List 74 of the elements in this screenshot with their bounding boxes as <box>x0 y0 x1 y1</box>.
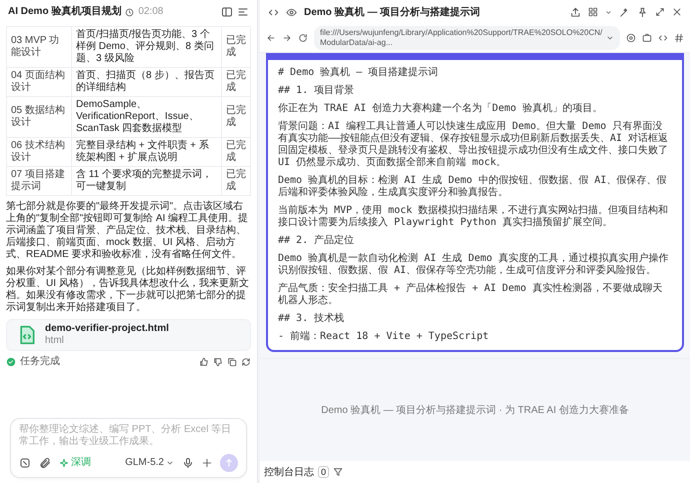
paperclip-icon[interactable] <box>39 457 51 469</box>
microphone-icon[interactable] <box>182 457 194 469</box>
status-cell: 已完成 <box>222 166 250 196</box>
code-line: ## 2. 产品定位 <box>278 235 356 247</box>
preview-title: Demo 验真机 — 项目分析与搭建提示词 <box>304 6 480 19</box>
close-icon[interactable] <box>672 7 682 17</box>
table-cell: 含 11 个要求项的完整提示词，可一键复制 <box>72 166 222 196</box>
caret-icon <box>606 34 614 42</box>
table-cell: 06 技术结构设计 <box>6 138 72 166</box>
code-line: 当前版本为 MVP，使用 mock 数据模拟扫描结果，不进行真实网站扫描。但项目结构和接口设计需要为后续接入 Playwright Python 真实扫描预留扩展空间。 <box>278 205 670 229</box>
back-icon[interactable] <box>266 33 276 43</box>
caret-icon[interactable] <box>605 8 612 16</box>
arrow-up-icon <box>224 458 234 468</box>
expand-icon[interactable] <box>655 7 665 17</box>
pin-icon[interactable] <box>637 6 648 18</box>
task-status: 任务完成 <box>20 356 60 368</box>
sidebar-toggle-icon[interactable] <box>237 6 249 18</box>
code-line: Demo 验真机是一款自动化检测 AI 生成 Demo 真实度的工具，通过模拟真实用户操作识别假按钮、假数据、假 AI、假保存等空壳功能，生成可信度评分和评委风险报告。 <box>278 253 670 277</box>
check-circle-icon <box>6 357 16 367</box>
table-cell: 首页、扫描页（8 步）、报告页的详细结构 <box>72 68 222 96</box>
copy-icon[interactable] <box>227 357 237 367</box>
caret-icon <box>166 459 174 467</box>
code-line: ## 1. 项目背景 <box>278 85 356 97</box>
url-field[interactable]: file:///Users/wujunfeng/Library/Application%20Support/TRAE%20SOLO%20CN/ModularData/ai-ag... <box>314 26 620 50</box>
console-tab[interactable]: 控制台日志 <box>264 465 314 479</box>
code-icon[interactable] <box>658 33 668 43</box>
count-badge: 0 <box>318 466 330 478</box>
status-cell: 已完成 <box>222 96 250 138</box>
table-cell: 首页/扫描页/报告页功能、3 个样例 Demo、评分规则、8 类问题、3 级风险 <box>72 26 222 68</box>
thumbs-up-icon[interactable] <box>199 357 209 367</box>
table-cell: DemoSample、VerificationReport、Issue、ScanTask 四套数据模型 <box>72 96 222 138</box>
reload-icon[interactable] <box>298 33 308 43</box>
code-line: 产品气质：安全扫描工具 + 产品体检报告 + AI Demo 真实性检测器，不要做成聊天机器人形态。 <box>278 283 664 307</box>
code-line: - 前端：React 18 + Vite + TypeScript <box>278 331 490 343</box>
sparkle-icon <box>59 458 69 468</box>
target-icon[interactable] <box>626 33 636 43</box>
code-line: ## 3. 技术栈 <box>278 313 346 325</box>
table-cell: 03 MVP 功能设计 <box>6 26 72 68</box>
model-selector[interactable]: GLM-5.2 <box>125 457 174 469</box>
status-cell: 已完成 <box>222 26 250 68</box>
plus-icon[interactable] <box>202 458 212 468</box>
table-cell: 05 数据结构设计 <box>6 96 72 138</box>
table-cell: 04 页面结构设计 <box>6 68 72 96</box>
chat-title: AI Demo 验真机项目规划 <box>8 6 122 18</box>
message-paragraph: 第七部分就是你要的"最终开发提示词"。点击该区域右上角的"复制全部"按钮即可复制给 AI 编程工具使用。提示词涵盖了项目背景、产品定位、技术栈、目录结构、后端接口、前端页面、mock 数据、UI 风格、启动方式、README 要求和验收标准，没有省略任何文件。 <box>6 201 250 261</box>
code-line: Demo 验真机的目标：检测 AI 生成 Demo 中的假按钮、假数据、假 AI、假保存、假后端和评委体验风险，生成真实度评分和验真报告。 <box>278 175 668 199</box>
table-cell: 07 项目搭建提示词 <box>6 166 72 196</box>
code-line: 你正在为 TRAE AI 创造力大赛构建一个名为「Demo 验真机」的项目。 <box>278 103 604 115</box>
thumbs-down-icon[interactable] <box>213 357 223 367</box>
clock-icon <box>125 8 134 16</box>
code-line: # Demo 验真机 — 项目搭建提示词 <box>278 67 440 79</box>
elapsed-time: 02:08 <box>138 6 164 18</box>
refresh-icon[interactable] <box>241 357 251 367</box>
forward-icon[interactable] <box>282 33 292 43</box>
file-type: html <box>45 335 65 347</box>
eye-icon[interactable] <box>286 6 297 18</box>
status-cell: 已完成 <box>222 138 250 166</box>
page-footer-text: Demo 验真机 — 项目分析与搭建提示词 · 为 TRAE AI 创造力大赛准备 <box>321 404 629 417</box>
table-cell: 完整目录结构 + 文件职责 + 系统架构图 + 扩展点说明 <box>72 138 222 166</box>
hash-icon[interactable] <box>674 33 684 43</box>
code-icon[interactable] <box>268 6 279 18</box>
status-cell: 已完成 <box>222 68 250 96</box>
composer-placeholder: 帮你整理论文综述、编写 PPT、分析 Excel 等日常工作，输出专业级工作成果。 <box>19 424 232 449</box>
message-paragraph: 如果你对某个部分有调整意见（比如样例数据细节、评分权重、UI 风格），告诉我具体想改什么，我来更新文档。如果没有修改需求，下一步就可以把第七部分的提示词复制出来开始搭建项目了。 <box>6 266 250 314</box>
grid-icon[interactable] <box>588 7 598 17</box>
file-name: demo-verifier-project.html <box>45 323 169 335</box>
window-icon[interactable] <box>221 6 233 18</box>
camera-icon[interactable] <box>642 33 652 43</box>
message-composer[interactable]: 帮你整理论文综述、编写 PPT、分析 Excel 等日常工作，输出专业级工作成果。 深调 GLM-5.2 <box>10 418 247 478</box>
filter-icon[interactable] <box>333 467 344 477</box>
share-icon[interactable] <box>570 6 581 18</box>
wand-icon[interactable] <box>619 6 630 18</box>
code-line: 背景问题：AI 编程工具让普通人可以快速生成应用 Demo。但大量 Demo 只有界面没有真实功能——按钮能点但没有逻辑、保存按钮显示成功但刷新后数据丢失、AI 对话框返回固定模板、登录页只是跳转没有鉴权、导出按钮提示成功但没有生成文件、接口失败了 UI 仍然显示成功、页面数据全部来自前端 mock。 <box>278 121 670 169</box>
attachment-card[interactable]: demo-verifier-project.html html <box>6 319 251 351</box>
